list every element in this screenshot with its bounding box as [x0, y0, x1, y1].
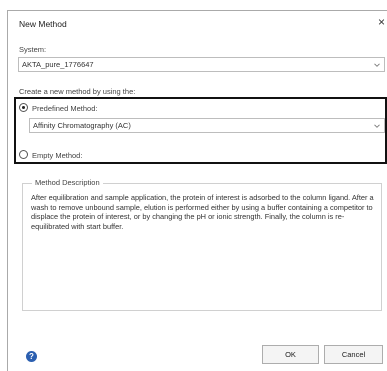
system-label: System: [19, 45, 47, 54]
system-select-value: AKTA_pure_1776647 [22, 60, 94, 69]
dialog-title: New Method [19, 19, 67, 29]
help-icon[interactable]: ? [26, 351, 37, 362]
method-description-title: Method Description [32, 178, 103, 187]
chevron-down-icon [374, 62, 380, 68]
close-icon[interactable]: × [378, 16, 385, 28]
title-bar: New Method × [8, 11, 387, 35]
create-method-label: Create a new method by using the: [19, 87, 136, 96]
method-description-text: After equilibration and sample applicati… [31, 193, 374, 231]
system-select[interactable]: AKTA_pure_1776647 [18, 57, 385, 72]
predefined-method-highlight [14, 97, 387, 164]
cancel-button[interactable]: Cancel [324, 345, 383, 364]
ok-button[interactable]: OK [262, 345, 319, 364]
